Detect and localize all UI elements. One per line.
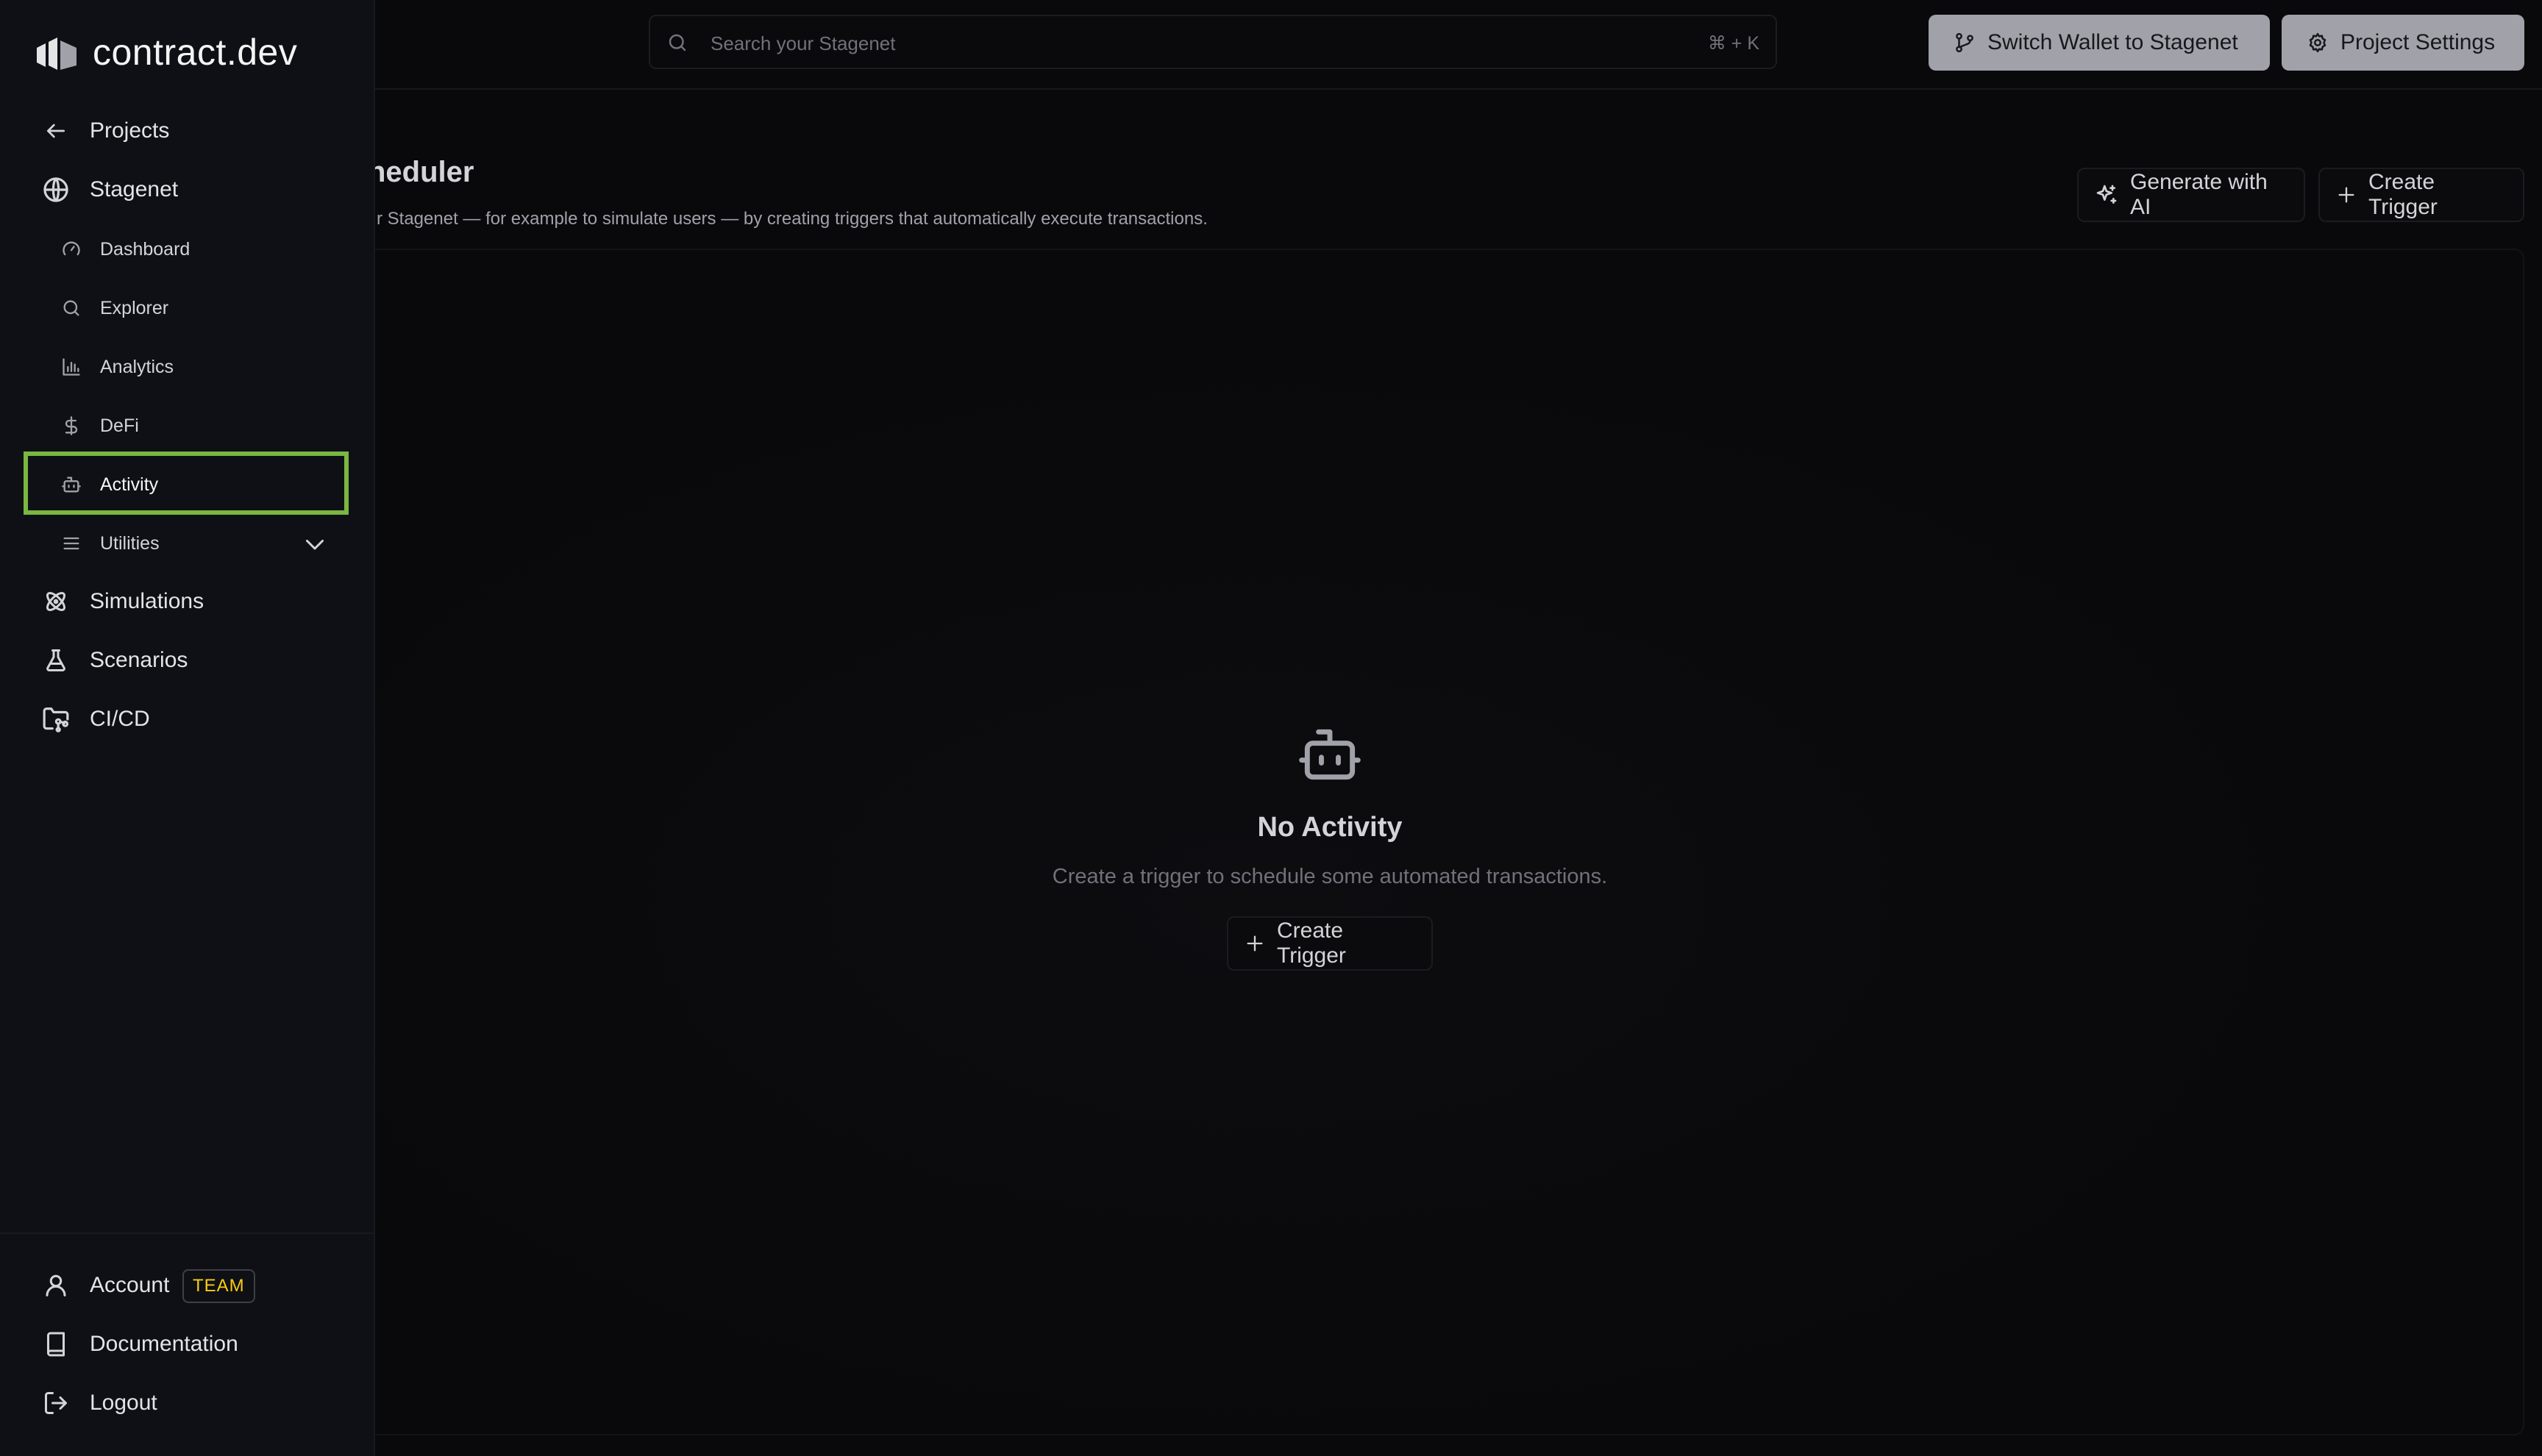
app-logo[interactable]: contract.dev bbox=[34, 31, 297, 74]
nav-stagenet[interactable]: Stagenet bbox=[41, 175, 178, 204]
switch-wallet-button[interactable]: Switch Wallet to Stagenet bbox=[1929, 15, 2270, 71]
search-placeholder: Search your Stagenet bbox=[711, 32, 896, 54]
nav-logout[interactable]: Logout bbox=[41, 1388, 157, 1418]
globe-icon bbox=[41, 175, 71, 204]
empty-state-create-trigger-label: Create Trigger bbox=[1277, 918, 1346, 968]
sidebar-item-dashboard[interactable]: Dashboard bbox=[59, 237, 190, 262]
gauge-icon bbox=[59, 237, 84, 262]
nav-cicd-label: CI/CD bbox=[90, 707, 150, 731]
nav-projects-label: Projects bbox=[90, 118, 170, 143]
switch-wallet-label: Switch Wallet to Stagenet bbox=[1987, 30, 2238, 54]
nav-cicd[interactable]: CI/CD bbox=[41, 704, 150, 734]
logout-icon bbox=[41, 1388, 71, 1418]
page-subtitle: r Stagenet — for example to simulate use… bbox=[377, 209, 1208, 229]
sidebar-item-label: Analytics bbox=[100, 356, 174, 377]
team-badge: TEAM bbox=[182, 1269, 255, 1303]
user-icon bbox=[41, 1271, 71, 1300]
atom-icon bbox=[41, 587, 71, 616]
search-icon bbox=[666, 32, 688, 54]
nav-simulations[interactable]: Simulations bbox=[41, 587, 204, 616]
generate-with-ai-label: Generate with AI bbox=[2130, 170, 2268, 219]
app-name: contract.dev bbox=[93, 32, 298, 73]
search-shortcut: ⌘ + K bbox=[1707, 33, 1759, 54]
empty-state-create-trigger-button[interactable]: Create Trigger bbox=[1227, 916, 1433, 971]
search-icon bbox=[59, 296, 84, 321]
sidebar-item-analytics[interactable]: Analytics bbox=[59, 354, 174, 379]
bar-chart-icon bbox=[59, 354, 84, 379]
nav-projects[interactable]: Projects bbox=[41, 116, 169, 146]
sidebar-item-label: Utilities bbox=[100, 532, 160, 554]
project-settings-label: Project Settings bbox=[2340, 30, 2496, 54]
sidebar-item-label: Activity bbox=[100, 474, 159, 495]
arrow-left-icon bbox=[41, 116, 71, 146]
top-bar: Search your Stagenet ⌘ + K Switch Wallet… bbox=[0, 0, 2542, 90]
nav-scenarios-label: Scenarios bbox=[90, 648, 188, 672]
nav-simulations-label: Simulations bbox=[90, 589, 204, 613]
generate-with-ai-button[interactable]: Generate with AI bbox=[2077, 168, 2305, 222]
project-settings-button[interactable]: Project Settings bbox=[2282, 15, 2524, 71]
nav-scenarios[interactable]: Scenarios bbox=[41, 646, 188, 675]
sparkles-icon bbox=[2095, 183, 2118, 207]
logo-icon bbox=[34, 33, 79, 71]
nav-stagenet-label: Stagenet bbox=[90, 177, 179, 201]
nav-logout-label: Logout bbox=[90, 1391, 157, 1415]
gear-icon bbox=[2307, 32, 2329, 54]
flask-icon bbox=[41, 646, 71, 675]
sidebar-item-defi[interactable]: DeFi bbox=[59, 413, 139, 438]
search-input[interactable]: Search your Stagenet ⌘ + K bbox=[649, 15, 1777, 69]
sidebar-item-explorer[interactable]: Explorer bbox=[59, 296, 168, 321]
git-branch-icon bbox=[1954, 32, 1976, 54]
page-title: heduler bbox=[368, 156, 474, 188]
sidebar: contract.dev Projects Stagenet Dashboard… bbox=[0, 0, 375, 1456]
plus-icon bbox=[1245, 933, 1265, 954]
menu-icon bbox=[59, 531, 84, 556]
dollar-icon bbox=[59, 413, 84, 438]
sidebar-item-label: Explorer bbox=[100, 297, 169, 318]
nav-account[interactable]: Account bbox=[41, 1271, 169, 1300]
sidebar-item-utilities[interactable]: Utilities bbox=[59, 531, 160, 556]
sidebar-item-label: Dashboard bbox=[100, 238, 191, 260]
sidebar-divider bbox=[0, 1232, 375, 1234]
empty-state-description: Create a trigger to schedule some automa… bbox=[1052, 865, 1608, 888]
sidebar-item-label: DeFi bbox=[100, 415, 139, 436]
nav-account-label: Account bbox=[90, 1273, 170, 1297]
empty-state-title: No Activity bbox=[1257, 812, 1403, 843]
sidebar-item-activity[interactable]: Activity bbox=[59, 472, 158, 497]
bot-icon bbox=[1296, 721, 1364, 788]
chevron-down-icon[interactable] bbox=[302, 531, 328, 557]
create-trigger-button[interactable]: Create Trigger bbox=[2318, 168, 2524, 222]
bot-icon bbox=[59, 472, 84, 497]
plus-icon bbox=[2336, 185, 2357, 205]
nav-documentation-label: Documentation bbox=[90, 1332, 238, 1356]
create-trigger-label: Create Trigger bbox=[2368, 170, 2438, 219]
nav-documentation[interactable]: Documentation bbox=[41, 1330, 238, 1359]
book-icon bbox=[41, 1330, 71, 1359]
folder-git-icon bbox=[41, 704, 71, 734]
